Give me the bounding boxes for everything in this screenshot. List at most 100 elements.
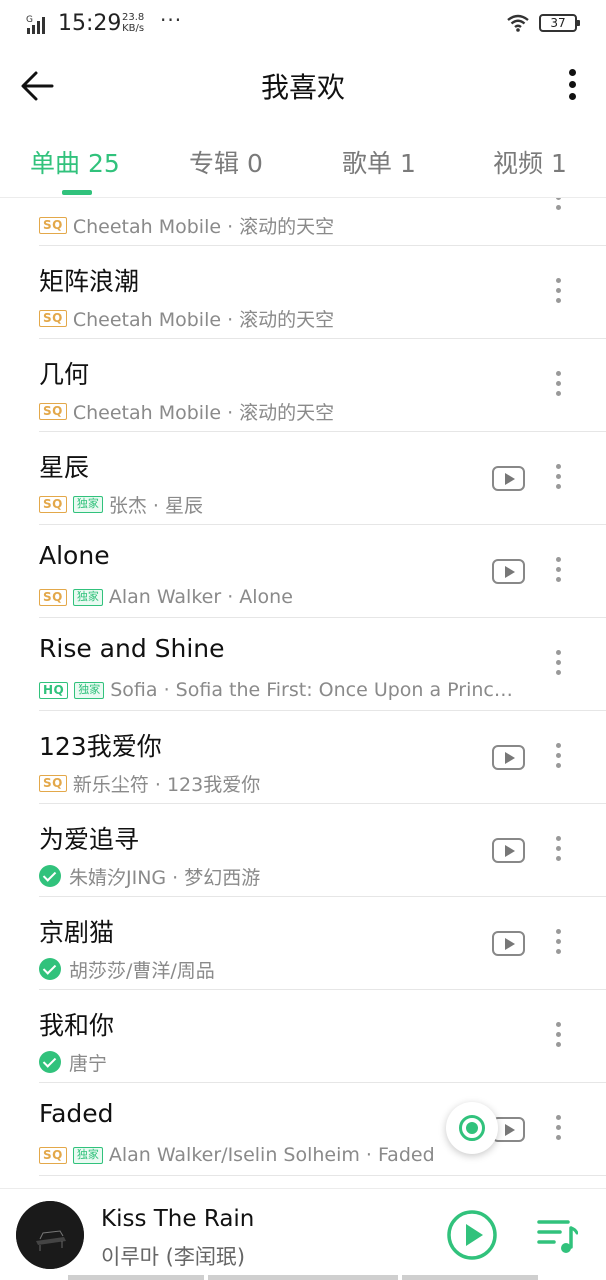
song-more-icon[interactable] <box>548 198 568 219</box>
song-meta: 胡莎莎/曹洋/周品 <box>39 957 519 981</box>
dot-icon <box>555 567 561 572</box>
song-meta: 朱婧汐JING · 梦幻西游 <box>39 864 519 888</box>
dot-icon <box>568 81 576 88</box>
song-row[interactable]: 星辰 SQ 独家 张杰 · 星辰 <box>0 432 606 525</box>
tab-videos[interactable]: 视频 1 <box>493 144 567 180</box>
song-row[interactable]: Faded SQ 独家 Alan Walker/Iselin Solheim · Fa… <box>0 1083 606 1176</box>
now-playing-title[interactable]: Kiss The Rain <box>101 1206 254 1232</box>
song-row[interactable]: Alone SQ 独家 Alan Walker · Alone <box>0 525 606 618</box>
song-artist-album: Sofia · Sofia the First: Once Upon a Pri… <box>110 679 513 701</box>
dot-icon <box>555 391 561 396</box>
row-divider <box>39 1175 606 1176</box>
dot-icon <box>555 949 561 954</box>
locate-dot-icon <box>466 1122 478 1134</box>
dot-icon <box>555 763 561 768</box>
dot-icon <box>555 1022 561 1027</box>
downloaded-check-icon <box>39 865 61 887</box>
app-header: 我喜欢 <box>0 48 606 124</box>
active-tab-indicator <box>62 190 92 195</box>
dot-icon <box>555 484 561 489</box>
mv-play-icon[interactable] <box>492 466 525 491</box>
song-row[interactable]: SQ Cheetah Mobile · 滚动的天空 <box>0 198 606 246</box>
quality-badge: SQ <box>39 588 67 606</box>
quality-badge: SQ <box>39 495 67 513</box>
song-row[interactable]: 矩阵浪潮 SQ Cheetah Mobile · 滚动的天空 <box>0 246 606 339</box>
dot-icon <box>555 743 561 748</box>
exclusive-badge: 独家 <box>74 681 105 699</box>
dot-icon <box>555 381 561 386</box>
song-row[interactable]: 123我爱你 SQ 新乐尘符 · 123我爱你 <box>0 711 606 804</box>
locate-current-song-button[interactable] <box>446 1102 498 1154</box>
song-title: 为爱追寻 <box>39 825 140 854</box>
tab-bar: 单曲 25 专辑 0 歌单 1 视频 1 <box>0 124 606 198</box>
page-title: 我喜欢 <box>260 71 345 104</box>
dot-icon <box>555 1115 561 1120</box>
dot-icon <box>555 650 561 655</box>
dot-icon <box>555 198 561 200</box>
song-meta: 唐宁 <box>39 1050 519 1074</box>
song-more-icon[interactable] <box>548 834 568 870</box>
song-meta: SQ 独家 张杰 · 星辰 <box>39 492 519 516</box>
song-more-icon[interactable] <box>548 369 568 405</box>
mv-play-icon[interactable] <box>492 838 525 863</box>
dot-icon <box>555 836 561 841</box>
song-row[interactable]: 京剧猫 胡莎莎/曹洋/周品 <box>0 897 606 990</box>
song-meta: SQ Cheetah Mobile · 滚动的天空 <box>39 306 519 330</box>
downloaded-check-icon <box>39 958 61 980</box>
dot-icon <box>555 371 561 376</box>
song-title: 星辰 <box>39 453 90 482</box>
song-more-icon[interactable] <box>548 276 568 312</box>
song-title: 几何 <box>39 360 90 389</box>
network-speed: 23.8 KB/s <box>122 12 144 34</box>
song-more-icon[interactable] <box>548 1113 568 1149</box>
play-icon[interactable] <box>446 1209 498 1261</box>
more-options-button[interactable] <box>556 66 588 106</box>
quality-badge: SQ <box>39 216 67 234</box>
now-playing-artist[interactable]: 이루마 (李闰珉) <box>101 1241 245 1271</box>
song-list[interactable]: SQ Cheetah Mobile · 滚动的天空 矩阵浪潮 SQ Cheetah Mo… <box>0 198 606 1188</box>
dot-icon <box>555 846 561 851</box>
song-row[interactable]: 为爱追寻朱婧汐JING · 梦幻西游 <box>0 804 606 897</box>
song-more-icon[interactable] <box>548 927 568 963</box>
quality-badge: SQ <box>39 774 67 792</box>
dot-icon <box>555 577 561 582</box>
song-meta: SQ Cheetah Mobile · 滚动的天空 <box>39 213 519 237</box>
song-more-icon[interactable] <box>548 1020 568 1056</box>
dot-icon <box>555 474 561 479</box>
mv-play-icon[interactable] <box>492 745 525 770</box>
song-row[interactable]: 我和你 唐宁 <box>0 990 606 1083</box>
quality-badge: SQ <box>39 1146 67 1164</box>
song-artist-album: Cheetah Mobile · 滚动的天空 <box>72 401 335 424</box>
network-speed-value: 23.8 <box>122 12 145 23</box>
playlist-icon[interactable] <box>536 1216 578 1256</box>
album-art-piano-image[interactable] <box>16 1201 84 1269</box>
song-title: 123我爱你 <box>39 732 162 761</box>
song-artist-album: Alan Walker · Alone <box>108 586 293 608</box>
mv-play-icon[interactable] <box>492 931 525 956</box>
svg-text:G: G <box>26 15 33 25</box>
song-more-icon[interactable] <box>548 462 568 498</box>
song-artist-album: Cheetah Mobile · 滚动的天空 <box>72 308 335 331</box>
tab-playlists[interactable]: 歌单 1 <box>342 144 416 180</box>
tab-songs[interactable]: 单曲 25 <box>30 144 120 180</box>
song-more-icon[interactable] <box>548 648 568 684</box>
nav-indicator <box>68 1275 204 1280</box>
dot-icon <box>555 939 561 944</box>
song-more-icon[interactable] <box>548 741 568 777</box>
mv-play-icon[interactable] <box>492 559 525 584</box>
song-artist-album: 新乐尘符 · 123我爱你 <box>72 773 261 796</box>
dot-icon <box>555 1032 561 1037</box>
song-title: Faded <box>39 1099 114 1128</box>
song-row[interactable]: Rise and Shine HQ 独家 Sofia · Sofia the Firs… <box>0 618 606 711</box>
status-time: 15:29 <box>58 11 122 36</box>
song-row[interactable]: 几何 SQ Cheetah Mobile · 滚动的天空 <box>0 339 606 432</box>
song-artist-album: 张杰 · 星辰 <box>108 494 203 517</box>
dot-icon <box>555 753 561 758</box>
signal-icon: G <box>26 15 45 34</box>
network-speed-unit: KB/s <box>122 23 145 34</box>
dot-icon <box>555 464 561 469</box>
dot-icon <box>555 1042 561 1047</box>
tab-albums[interactable]: 专辑 0 <box>189 144 263 180</box>
song-more-icon[interactable] <box>548 555 568 591</box>
dot-icon <box>555 1135 561 1140</box>
